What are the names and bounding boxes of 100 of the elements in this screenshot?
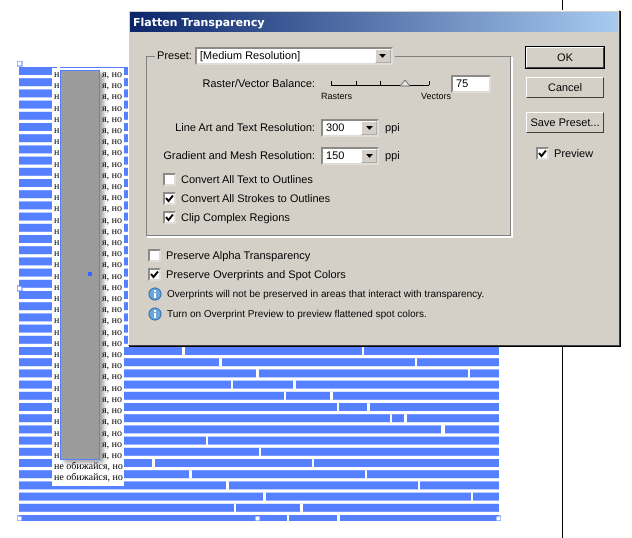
text-fragment: н [54,338,60,350]
text-fragment: я, но [102,371,122,383]
text-fragment: н [54,270,60,282]
text-fragment: н [54,214,60,226]
unit-label: ppi [385,150,400,162]
vectors-label: Vectors [420,91,451,101]
text-fragment: н [54,360,60,372]
text-fragment: н [54,382,60,394]
dialog-button[interactable]: Save Preset... [526,112,604,133]
resolution-label: Gradient and Mesh Resolution: [163,150,315,162]
text-fragment: н [54,394,60,406]
text-fragment: н [54,428,60,439]
text-fragment: н [54,248,60,260]
text-fragment: н [54,226,60,238]
info-text: Turn on Overprint Preview to preview flattened spot colors. [167,308,427,320]
text-fragment: н [54,102,60,114]
checkbox-label: Clip Complex Regions [181,212,290,224]
text-fragment: я, но [102,102,122,114]
info-text: Overprints will not be preserved in areas that interact with transparency. [167,288,484,300]
text-fragment: н [54,293,60,304]
text-fragment: я, но [102,416,122,428]
text-fragment: я, но [102,326,122,338]
checkbox-label: Convert All Text to Outlines [181,174,313,186]
checkbox[interactable] [163,211,176,224]
balance-slider[interactable] [331,77,429,86]
checkbox-label: Preserve Alpha Transparency [166,250,310,262]
text-fragment: н [54,181,60,192]
text-fragment: н [54,158,60,170]
text-fragment: я, но [102,203,122,215]
text-fragment: я, но [102,338,122,350]
text-fragment: я, но [102,450,122,462]
text-line: не обижайся, но [54,461,123,472]
text-fragment: н [54,69,60,80]
checkbox-label: Preserve Overprints and Spot Colors [166,268,346,280]
text-fragment: н [54,192,60,204]
text-fragment: я, но [102,293,122,304]
checkbox[interactable] [536,147,549,160]
text-fragment: я, но [102,125,122,136]
text-fragment: я, но [102,91,122,103]
text-fragment: н [54,438,60,450]
text-fragment: я, но [102,147,122,159]
text-fragment: н [54,371,60,383]
text-fragment: я, но [102,394,122,406]
text-fragment: н [54,282,60,294]
text-fragment: я, но [102,69,122,80]
info-icon [148,307,162,321]
text-fragment: н [54,405,60,416]
text-fragment: н [54,125,60,136]
resolution-dropdown[interactable]: 300 [321,119,379,137]
text-fragment: я, но [102,259,122,271]
text-fragment: я, но [102,282,122,294]
text-fragment: я, но [102,349,122,360]
text-fragment: я, но [102,80,122,92]
text-fragment: я, но [102,248,122,260]
text-fragment: н [54,91,60,103]
center-point [88,272,92,276]
text-fragment: н [54,349,60,360]
text-fragment: я, но [102,438,122,450]
checkbox-label: Convert All Strokes to Outlines [181,192,330,204]
info-icon [148,287,162,301]
text-fragment: я, но [102,192,122,204]
checkbox[interactable] [148,268,161,281]
window-title: Flatten Transparency [133,16,265,28]
text-fragment: я, но [102,158,122,170]
text-fragment: я, но [102,315,122,327]
text-line: не обижайся, но [54,472,123,484]
checkbox[interactable] [163,173,176,186]
dialog-button[interactable]: Cancel [526,77,604,98]
dialog-button[interactable]: OK [526,47,604,68]
preset-label: Preset: [157,50,192,62]
text-fragment: я, но [102,405,122,416]
text-fragment: я, но [102,237,122,248]
checkbox[interactable] [163,192,176,205]
balance-input[interactable]: 75 [451,75,491,93]
text-fragment: н [54,147,60,159]
text-fragment: я, но [102,214,122,226]
text-fragment: н [54,315,60,327]
text-fragment: н [54,304,60,316]
preset-dropdown[interactable]: [Medium Resolution] [194,47,393,65]
text-fragment: я, но [102,136,122,148]
text-fragment: я, но [102,270,122,282]
text-fragment: н [54,114,60,126]
resolution-dropdown[interactable]: 150 [321,147,379,165]
checkbox-label: Preview [554,148,594,160]
text-fragment: н [54,259,60,271]
checkbox[interactable] [148,249,161,262]
text-fragment: я, но [102,226,122,238]
unit-label: ppi [385,122,400,134]
text-fragment: я, но [102,428,122,439]
slider-thumb[interactable] [400,80,410,87]
text-fragment: я, но [102,360,122,372]
text-fragment: н [54,416,60,428]
text-fragment: я, но [102,304,122,316]
text-fragment: н [54,237,60,248]
text-fragment: я, но [102,170,122,182]
text-fragment: я, но [102,181,122,192]
text-fragment: я, но [102,382,122,394]
text-fragment: н [54,170,60,182]
resolution-label: Line Art and Text Resolution: [174,122,315,134]
text-fragment: н [54,203,60,215]
